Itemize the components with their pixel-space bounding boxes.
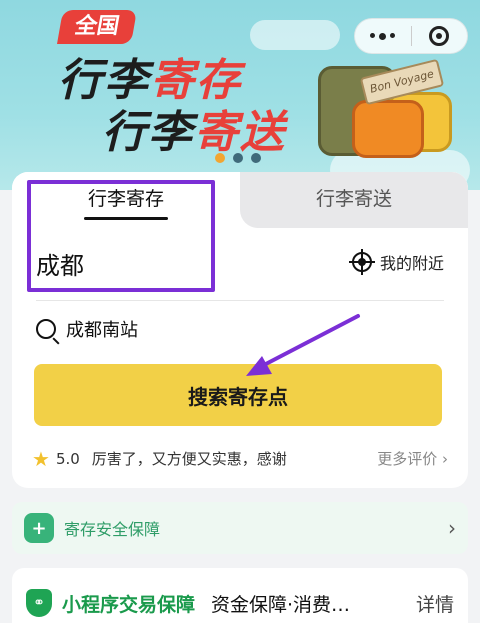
chevron-right-icon: › — [448, 516, 456, 540]
shield-plus-icon: + — [24, 513, 54, 543]
trade-guarantee-row[interactable]: ⚭ 小程序交易保障 资金保障·消费… 详情 — [12, 568, 468, 623]
shield-link-icon: ⚭ — [26, 589, 52, 617]
safety-label: 寄存安全保障 — [64, 520, 161, 539]
storage-safety-row[interactable]: + 寄存安全保障 › — [12, 502, 468, 554]
trade-detail-link[interactable]: 详情 — [416, 590, 454, 617]
trade-guarantee-desc: 资金保障·消费… — [211, 593, 351, 616]
trade-guarantee-title: 小程序交易保障 — [62, 593, 196, 616]
